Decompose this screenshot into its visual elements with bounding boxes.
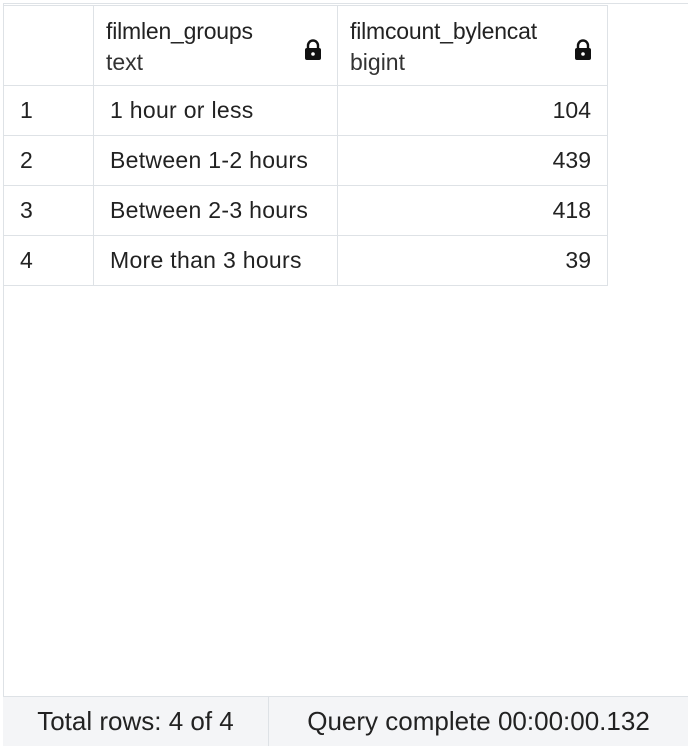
table-row[interactable]: 4 More than 3 hours 39 (3, 235, 608, 286)
column-name: filmlen_groups (106, 18, 253, 44)
row-number[interactable]: 1 (3, 85, 94, 136)
row-number[interactable]: 4 (3, 235, 94, 286)
column-type: text (106, 49, 144, 75)
cell-filmcount-bylencat[interactable]: 39 (337, 235, 608, 286)
lock-icon (305, 39, 321, 60)
table-row[interactable]: 1 1 hour or less 104 (3, 85, 608, 136)
cell-filmlen-groups[interactable]: More than 3 hours (93, 235, 338, 286)
total-rows-status: Total rows: 4 of 4 (3, 697, 269, 746)
table-row[interactable]: 3 Between 2-3 hours 418 (3, 185, 608, 236)
column-name: filmcount_bylencat (350, 18, 537, 44)
cell-filmlen-groups[interactable]: Between 2-3 hours (93, 185, 338, 236)
results-table: filmlen_groups text filmcount_bylencat b… (3, 5, 608, 286)
lock-icon (575, 39, 591, 60)
column-header-filmcount-bylencat[interactable]: filmcount_bylencat bigint (337, 5, 608, 86)
cell-filmlen-groups[interactable]: Between 1-2 hours (93, 135, 338, 186)
cell-filmcount-bylencat[interactable]: 104 (337, 85, 608, 136)
row-number-header[interactable] (3, 5, 94, 86)
query-status: Query complete 00:00:00.132 (307, 706, 650, 736)
cell-filmcount-bylencat[interactable]: 439 (337, 135, 608, 186)
table-row[interactable]: 2 Between 1-2 hours 439 (3, 135, 608, 186)
header-row: filmlen_groups text filmcount_bylencat b… (3, 5, 608, 86)
row-number[interactable]: 2 (3, 135, 94, 186)
row-number[interactable]: 3 (3, 185, 94, 236)
column-header-filmlen-groups[interactable]: filmlen_groups text (93, 5, 338, 86)
cell-filmcount-bylencat[interactable]: 418 (337, 185, 608, 236)
cell-filmlen-groups[interactable]: 1 hour or less (93, 85, 338, 136)
status-bar: Total rows: 4 of 4 Query complete 00:00:… (3, 696, 688, 746)
column-type: bigint (350, 49, 405, 75)
